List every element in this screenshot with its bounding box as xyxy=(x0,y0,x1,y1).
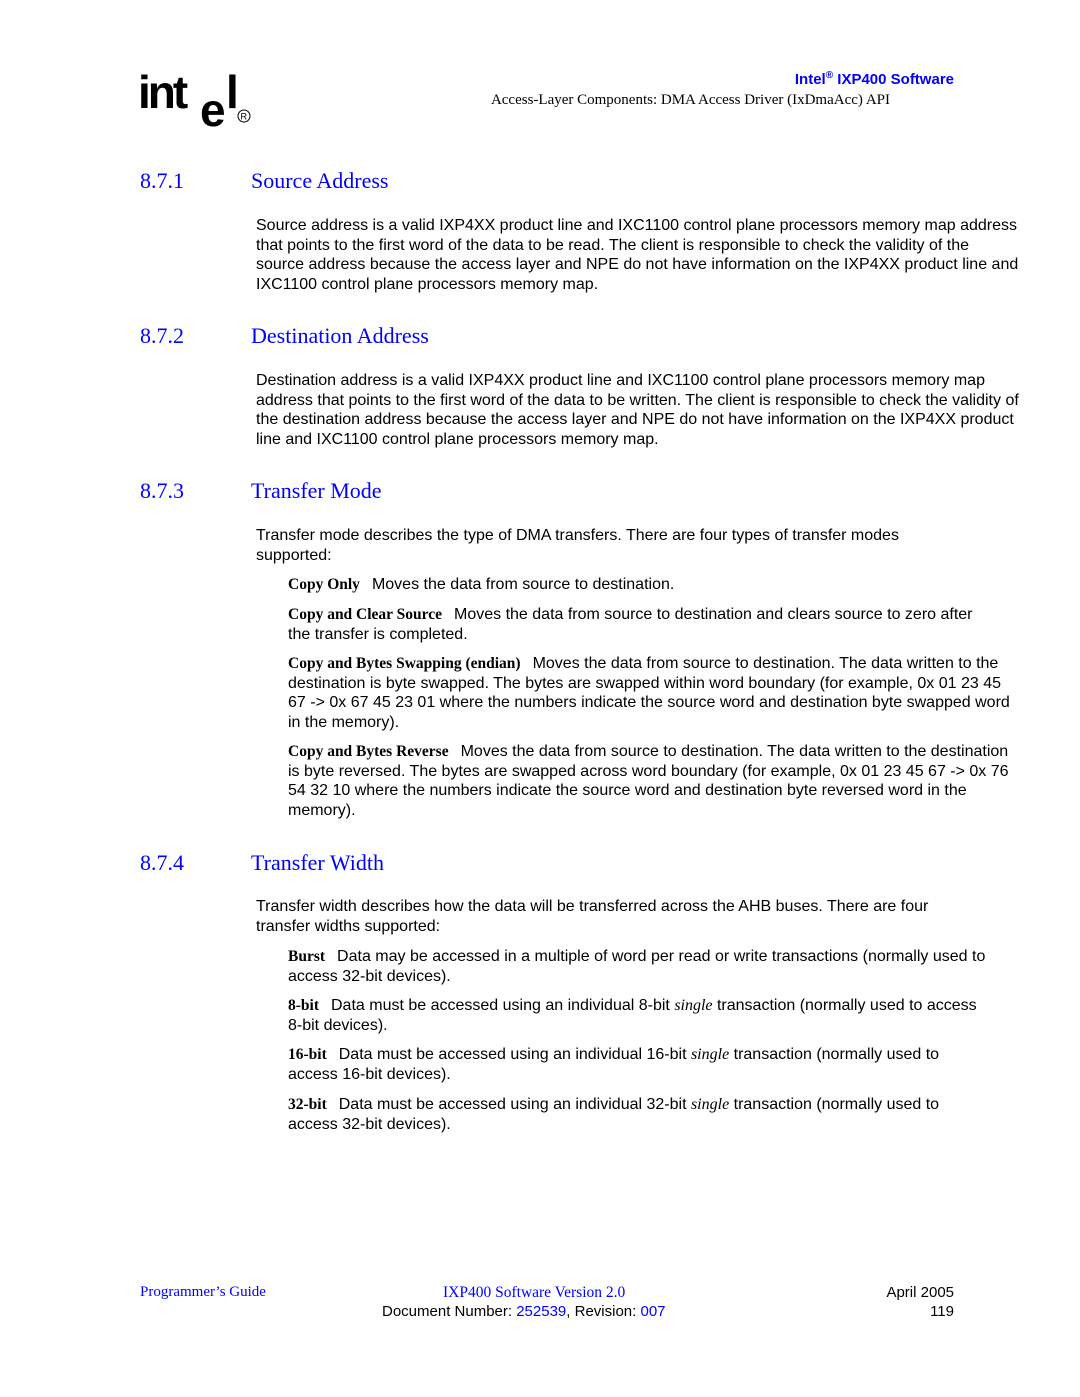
revision-label: , Revision: xyxy=(566,1303,641,1320)
svg-text:l: l xyxy=(226,68,239,118)
transfer-mode-item: Copy and Clear Source Moves the data from… xyxy=(288,605,988,644)
item-term: Copy and Bytes Reverse xyxy=(288,743,449,760)
section-number: 8.7.2 xyxy=(140,323,184,348)
footer-version: IXP400 Software Version 2.0 xyxy=(443,1284,626,1301)
item-description-pre: Data must be accessed using an individua… xyxy=(331,997,675,1014)
item-term: 16-bit xyxy=(288,1046,327,1063)
transfer-width-item: Burst Data may be accessed in a multiple … xyxy=(288,947,988,986)
section-title: Transfer Width xyxy=(251,850,384,875)
footer-date: April 2005 xyxy=(886,1284,954,1301)
transfer-width-item: 8-bit Data must be accessed using an indi… xyxy=(288,996,988,1035)
section-title: Source Address xyxy=(251,168,389,193)
header-product-name: Intel® IXP400 Software xyxy=(795,70,954,88)
item-term: 32-bit xyxy=(288,1096,327,1113)
svg-text:int: int xyxy=(138,68,188,118)
section-number: 8.7.1 xyxy=(140,168,184,193)
product-brand: Intel xyxy=(794,71,826,88)
section-number: 8.7.4 xyxy=(140,850,184,875)
transfer-width-item: 16-bit Data must be accessed using an ind… xyxy=(288,1045,988,1084)
revision-value: 007 xyxy=(640,1303,666,1320)
source-address-paragraph: Source address is a valid IXP4XX product… xyxy=(256,217,1019,293)
transfer-width-item: 32-bit Data must be accessed using an ind… xyxy=(288,1095,988,1134)
item-term: Copy and Bytes Swapping (endian) xyxy=(288,655,521,672)
doc-number-value: 252539 xyxy=(516,1303,567,1320)
transfer-mode-item: Copy Only Moves the data from source to d… xyxy=(288,575,1020,595)
registered-mark: ® xyxy=(825,70,834,81)
item-description-pre: Data must be accessed using an individua… xyxy=(338,1046,691,1063)
header-subtitle: Access-Layer Components: DMA Access Driv… xyxy=(490,92,890,108)
item-description: Moves the data from source to destinatio… xyxy=(371,576,675,593)
page-number: 119 xyxy=(930,1303,954,1320)
item-description: Data may be accessed in a multiple of wo… xyxy=(288,948,986,985)
item-term: 8-bit xyxy=(288,997,319,1014)
intel-logo: int e l R xyxy=(138,68,258,132)
item-description-pre: Data must be accessed using an individua… xyxy=(338,1096,691,1113)
section-heading-transfer-width: 8.7.4 Transfer Width xyxy=(140,850,384,876)
transfer-width-paragraph: Transfer width describes how the data wi… xyxy=(256,898,929,935)
section-number: 8.7.3 xyxy=(140,478,184,503)
transfer-mode-item: Copy and Bytes Reverse Moves the data fro… xyxy=(288,742,1020,820)
item-description-italic: single xyxy=(690,1046,730,1063)
transfer-mode-paragraph: Transfer mode describes the type of DMA … xyxy=(256,527,899,564)
item-term: Burst xyxy=(288,948,326,965)
section-title: Destination Address xyxy=(251,323,429,348)
destination-address-paragraph: Destination address is a valid IXP4XX pr… xyxy=(256,372,1019,448)
item-term: Copy and Clear Source xyxy=(288,606,443,623)
section-heading-source-address: 8.7.1 Source Address xyxy=(140,168,388,194)
footer-guide-title: Programmer’s Guide xyxy=(140,1284,266,1300)
product-name: IXP400 Software xyxy=(833,71,954,88)
item-description-italic: single xyxy=(690,1096,730,1113)
section-heading-destination-address: 8.7.2 Destination Address xyxy=(140,323,429,349)
doc-number-label: Document Number: xyxy=(382,1303,517,1320)
section-heading-transfer-mode: 8.7.3 Transfer Mode xyxy=(140,478,382,504)
transfer-mode-item: Copy and Bytes Swapping (endian) Moves th… xyxy=(288,654,1020,732)
footer-document-number: Document Number: 252539, Revision: 007 xyxy=(382,1303,666,1320)
svg-text:R: R xyxy=(241,112,248,122)
section-title: Transfer Mode xyxy=(251,478,382,503)
intel-logo-icon: int e l R xyxy=(138,68,251,132)
svg-text:e: e xyxy=(200,84,226,132)
item-description-italic: single xyxy=(674,997,713,1014)
item-term: Copy Only xyxy=(288,576,360,593)
